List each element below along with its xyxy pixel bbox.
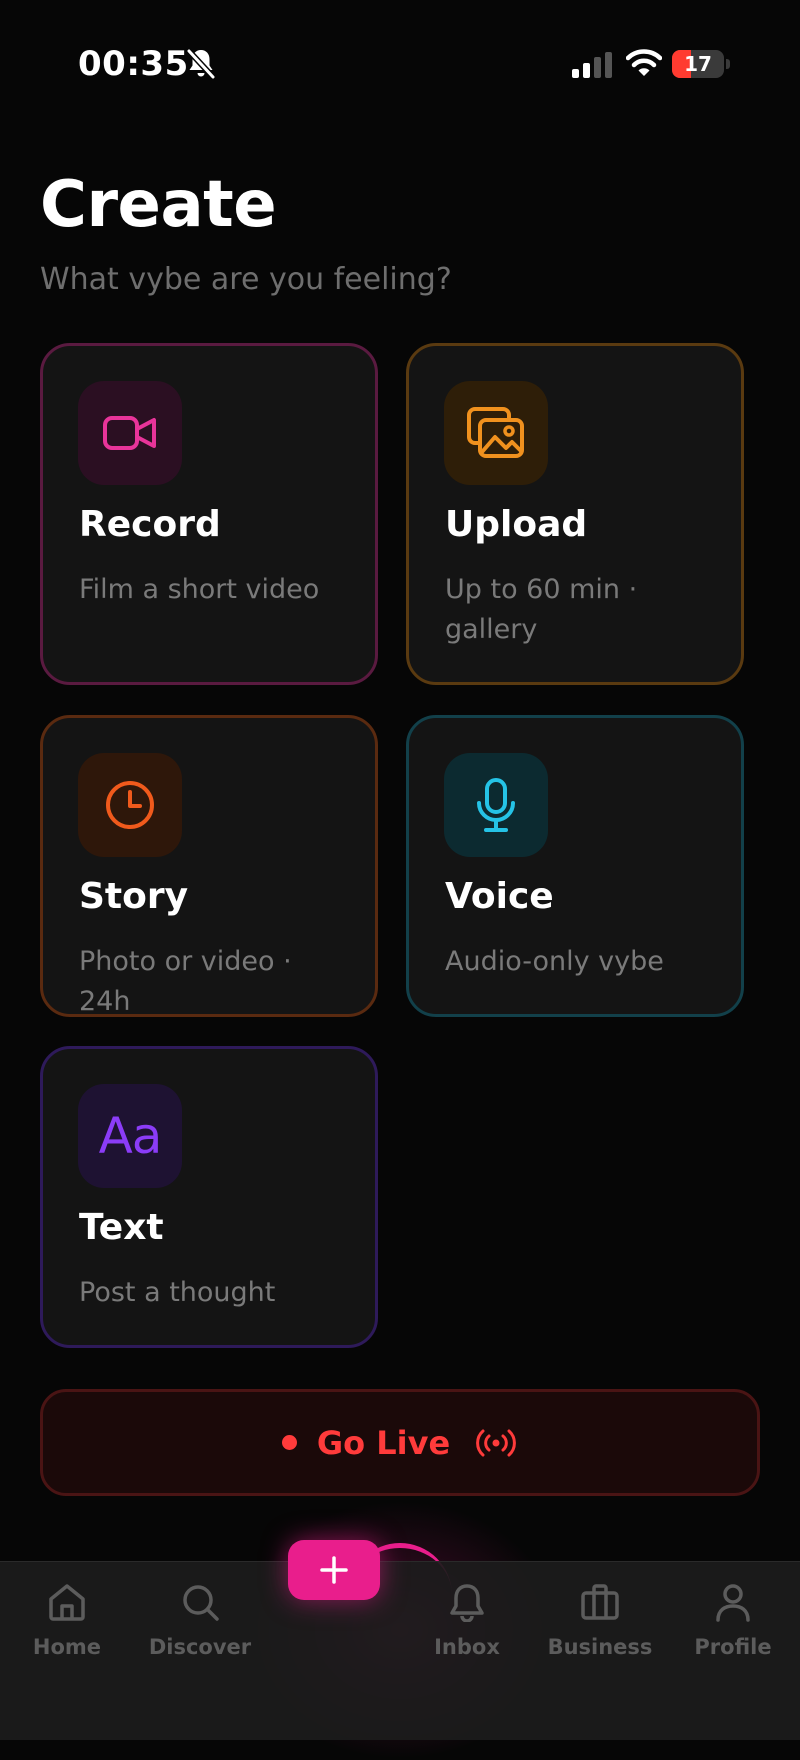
record-description: Film a short video bbox=[79, 574, 320, 605]
nav-discover[interactable]: Discover bbox=[133, 1582, 267, 1692]
story-description: Photo or video · 24h bbox=[79, 946, 292, 1017]
upload-description: Up to 60 min · gallery bbox=[445, 574, 638, 645]
create-button[interactable] bbox=[288, 1540, 380, 1600]
voice-card[interactable]: Voice Audio-only vybe bbox=[406, 715, 744, 1017]
clock-icon bbox=[78, 753, 182, 857]
home-icon bbox=[49, 1584, 85, 1621]
gallery-images-icon bbox=[444, 381, 548, 485]
go-live-button[interactable]: Go Live bbox=[40, 1389, 760, 1496]
status-bar: 00:35 17 bbox=[0, 0, 800, 130]
microphone-icon bbox=[444, 753, 548, 857]
broadcast-icon bbox=[476, 1429, 517, 1456]
nav-home-label: Home bbox=[32, 1635, 102, 1659]
battery-icon: 17 bbox=[672, 50, 730, 78]
live-dot-icon bbox=[281, 1435, 297, 1450]
video-camera-icon bbox=[78, 381, 182, 485]
status-time: 00:35 bbox=[78, 44, 189, 84]
bell-icon bbox=[450, 1584, 484, 1622]
record-title: Record bbox=[79, 504, 221, 545]
nav-profile[interactable]: Profile bbox=[666, 1582, 800, 1692]
text-card[interactable]: Aa Text Post a thought bbox=[40, 1046, 378, 1348]
go-live-label: Go Live bbox=[316, 1423, 451, 1462]
search-icon bbox=[183, 1585, 219, 1621]
nav-profile-label: Profile bbox=[694, 1635, 772, 1659]
story-title: Story bbox=[79, 876, 189, 917]
nav-inbox-label: Inbox bbox=[434, 1635, 500, 1659]
cellular-signal-icon bbox=[572, 52, 612, 78]
voice-description: Audio-only vybe bbox=[445, 946, 664, 977]
nav-business[interactable]: Business bbox=[533, 1582, 667, 1692]
story-card[interactable]: Story Photo or video · 24h bbox=[40, 715, 378, 1017]
briefcase-icon bbox=[581, 1584, 619, 1620]
record-card[interactable]: Record Film a short video bbox=[40, 343, 378, 685]
page-title: Create bbox=[40, 168, 277, 242]
bell-slash-icon bbox=[186, 48, 216, 80]
bottom-nav: Home Discover Inbox Business Profile bbox=[0, 1561, 800, 1740]
text-description: Post a thought bbox=[79, 1277, 276, 1308]
wifi-icon bbox=[626, 49, 662, 76]
nav-business-label: Business bbox=[547, 1635, 653, 1659]
nav-inbox[interactable]: Inbox bbox=[400, 1582, 534, 1692]
person-icon bbox=[716, 1584, 750, 1622]
text-aa-icon: Aa bbox=[78, 1084, 182, 1188]
nav-discover-label: Discover bbox=[148, 1635, 252, 1659]
upload-card[interactable]: Upload Up to 60 min · gallery bbox=[406, 343, 744, 685]
plus-icon bbox=[320, 1556, 348, 1584]
nav-home[interactable]: Home bbox=[0, 1582, 134, 1692]
page-subtitle: What vybe are you feeling? bbox=[40, 262, 452, 297]
text-aa-glyph: Aa bbox=[98, 1107, 163, 1165]
text-title: Text bbox=[79, 1207, 164, 1248]
voice-title: Voice bbox=[445, 876, 554, 917]
upload-title: Upload bbox=[445, 504, 588, 545]
battery-level: 17 bbox=[684, 52, 712, 76]
